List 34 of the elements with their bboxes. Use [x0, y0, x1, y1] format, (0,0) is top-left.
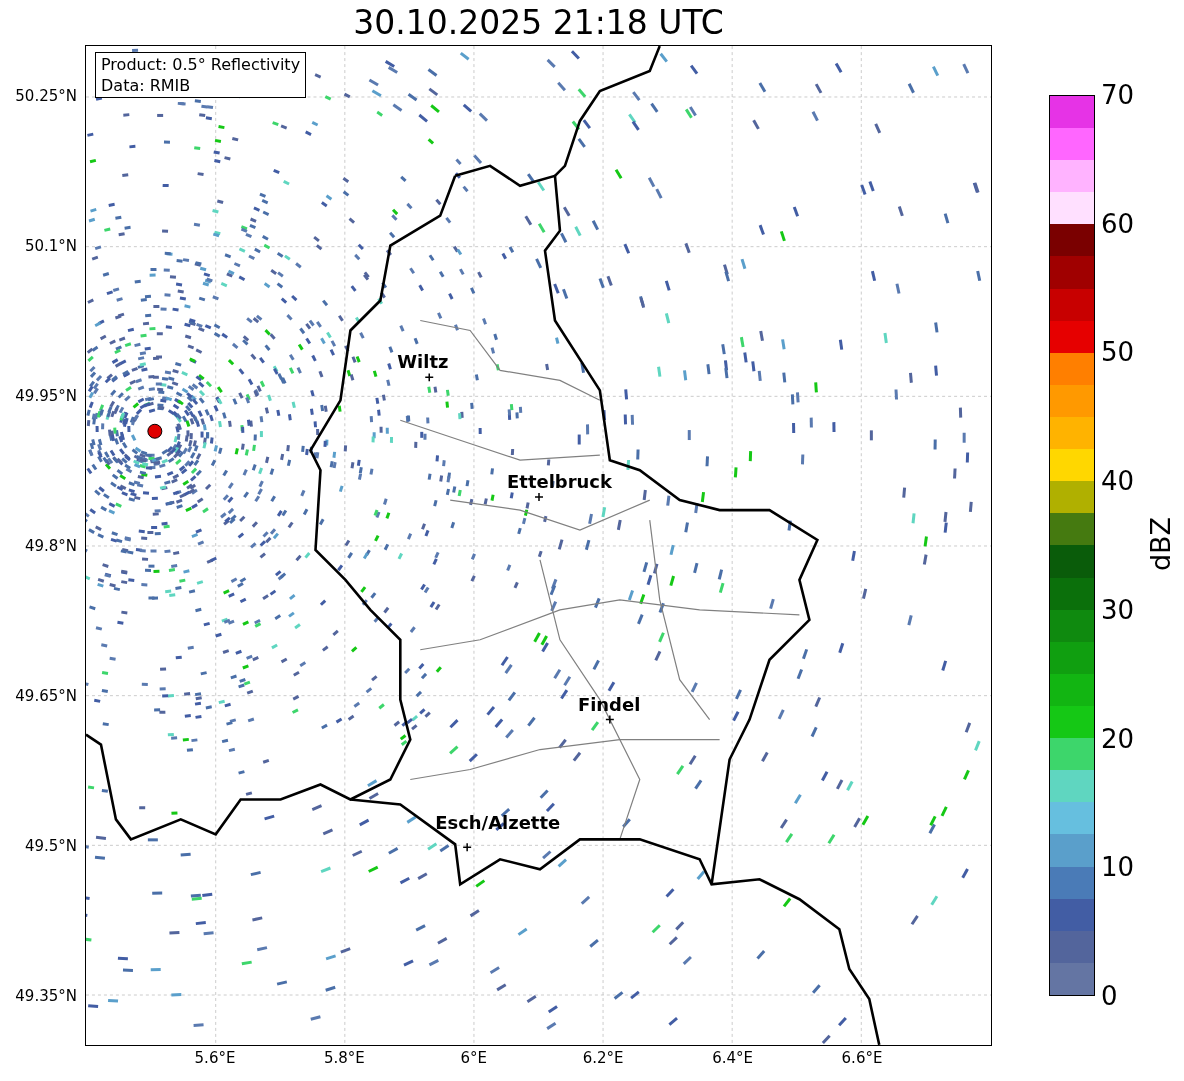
- longitude-label: 6°E: [459, 1049, 489, 1067]
- longitude-label: 6.4°E: [711, 1049, 754, 1067]
- info-text: Product: 0.5° Reflectivity: [101, 54, 301, 75]
- city-marker-icon: [462, 842, 472, 853]
- city-marker-icon: [605, 714, 615, 725]
- longitude-label: 6.6°E: [840, 1049, 884, 1067]
- city-marker-icon: [534, 492, 544, 502]
- latitude-label: 49.95°N: [15, 387, 77, 405]
- radar-site-marker: [147, 423, 163, 439]
- colorbar-tick-label: 30: [1101, 594, 1135, 625]
- chart-title: 30.10.2025 21:18 UTC: [353, 2, 724, 44]
- latitude-label: 50.1°N: [24, 237, 77, 255]
- colorbar-tick-label: 50: [1101, 337, 1135, 368]
- colorbar-tick-label: 10: [1101, 852, 1135, 883]
- latitude-label: 49.5°N: [24, 837, 77, 855]
- colorbar-label: dBZ: [1144, 515, 1177, 574]
- longitude-label: 5.8°E: [322, 1049, 366, 1067]
- colorbar-tick-label: 60: [1101, 208, 1135, 239]
- latitude-label: 49.35°N: [15, 987, 77, 1005]
- city-label: Wiltz: [397, 351, 449, 373]
- longitude-label: 6.2°E: [581, 1049, 625, 1067]
- city-label: Findel: [577, 693, 641, 715]
- city-marker-icon: [424, 372, 434, 383]
- longitude-label: 5.6°E: [193, 1049, 237, 1067]
- colorbar-tick-label: 0: [1101, 981, 1118, 1011]
- city-label: Ettelbruck: [507, 471, 612, 493]
- colorbar-tick-label: 20: [1101, 723, 1135, 754]
- city-label: Esch/Alzette: [435, 812, 561, 834]
- colorbar-tick-label: 40: [1101, 466, 1135, 497]
- info-text: Data: RMIB: [101, 75, 192, 96]
- latitude-label: 50.25°N: [15, 87, 77, 105]
- latitude-label: 49.65°N: [15, 687, 77, 705]
- latitude-label: 49.8°N: [24, 537, 77, 555]
- colorbar-tick-label: 70: [1101, 80, 1135, 110]
